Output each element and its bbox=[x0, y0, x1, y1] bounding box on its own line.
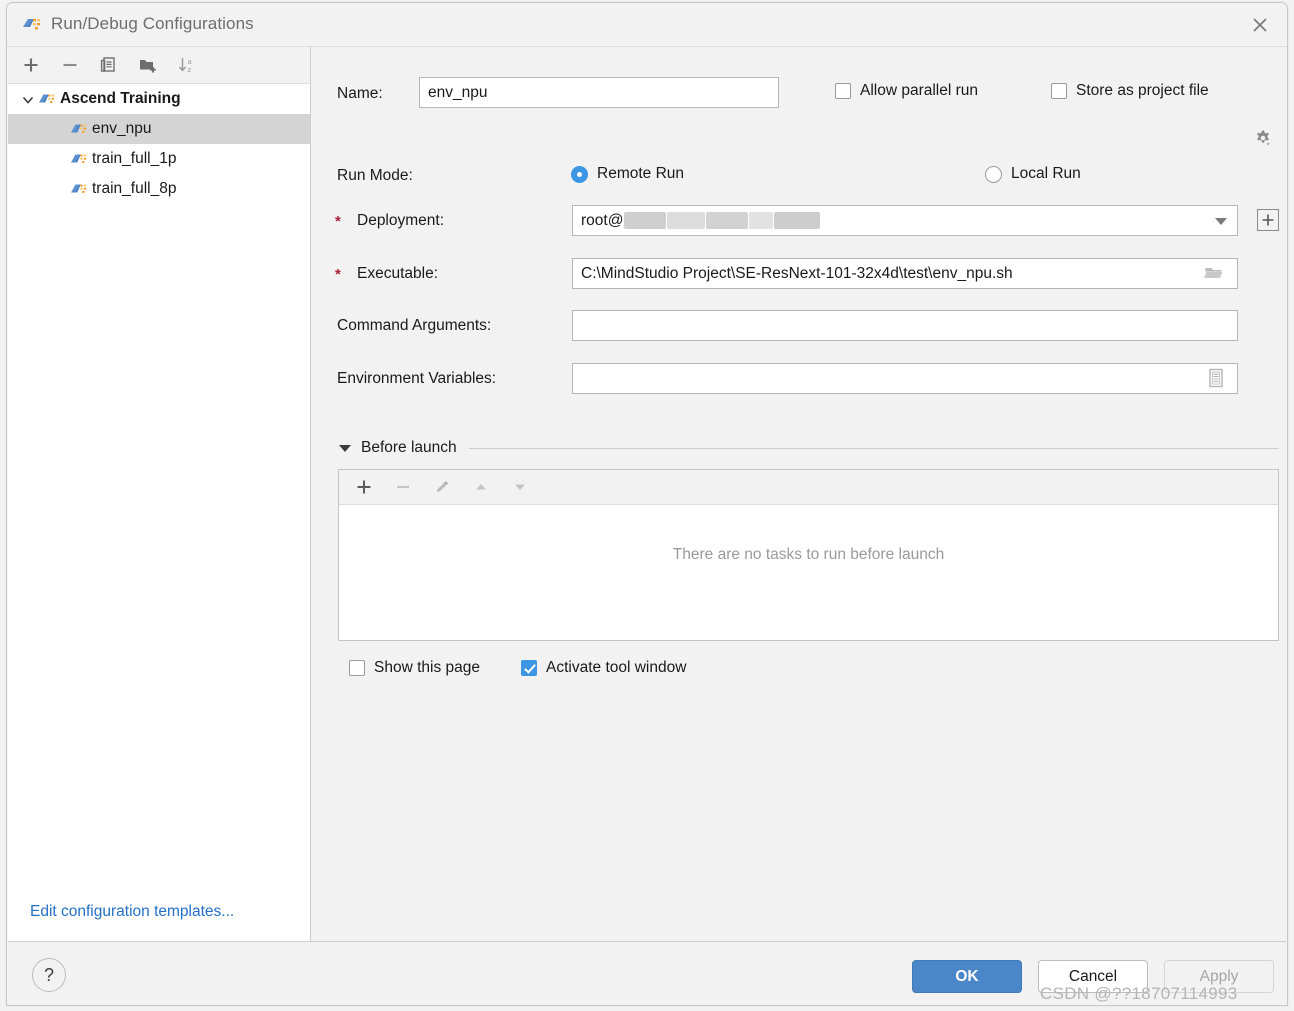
run-mode-remote-radio[interactable]: Remote Run bbox=[571, 165, 684, 183]
arrow-up-icon bbox=[466, 473, 496, 501]
before-launch-header: Before launch bbox=[339, 437, 1279, 459]
radio-circle bbox=[571, 165, 588, 183]
copy-icon[interactable] bbox=[94, 51, 124, 79]
deployment-label: Deployment: bbox=[357, 212, 445, 229]
deployment-required-star: * bbox=[335, 213, 341, 230]
sidebar-item-label: train_full_8p bbox=[92, 180, 177, 197]
show-this-page-checkbox[interactable]: Show this page bbox=[349, 659, 480, 677]
command-arguments-input[interactable] bbox=[572, 310, 1238, 341]
dialog-title: Run/Debug Configurations bbox=[51, 14, 254, 33]
section-divider bbox=[468, 447, 1279, 449]
chevron-down-icon[interactable] bbox=[20, 90, 38, 108]
sidebar-item-env-npu[interactable]: env_npu bbox=[8, 114, 310, 144]
executable-required-star: * bbox=[335, 266, 341, 283]
before-launch-toolbar bbox=[339, 470, 1278, 505]
before-launch-empty-text: There are no tasks to run before launch bbox=[672, 546, 945, 563]
run-mode-remote-label: Remote Run bbox=[597, 165, 685, 182]
chevron-down-icon[interactable] bbox=[339, 444, 351, 452]
configurations-sidebar: a z Ascend Training env_npu train_full_1… bbox=[8, 47, 311, 941]
checkbox-box bbox=[349, 660, 365, 676]
ascend-config-icon bbox=[21, 15, 41, 35]
checkbox-box bbox=[521, 660, 537, 676]
tree-group-label: Ascend Training bbox=[60, 90, 181, 107]
tree-group-ascend-training[interactable]: Ascend Training bbox=[8, 84, 310, 114]
environment-variables-label: Environment Variables: bbox=[337, 370, 497, 387]
list-editor-icon[interactable] bbox=[1207, 368, 1225, 392]
redacted-host bbox=[774, 212, 821, 230]
add-deployment-button[interactable] bbox=[1257, 209, 1279, 231]
command-arguments-label: Command Arguments: bbox=[337, 317, 492, 334]
configuration-form: Name: env_npu Allow parallel run Store a… bbox=[311, 47, 1286, 941]
ascend-config-icon bbox=[70, 121, 88, 137]
screenshot-root: Run/Debug Configurations a z Ascend Trai… bbox=[0, 0, 1294, 1011]
ok-button[interactable]: OK bbox=[912, 960, 1022, 993]
dialog-titlebar: Run/Debug Configurations bbox=[7, 3, 1287, 47]
sidebar-item-label: env_npu bbox=[92, 120, 152, 137]
redacted-host bbox=[667, 212, 706, 230]
executable-input[interactable]: C:\MindStudio Project\SE-ResNext-101-32x… bbox=[572, 258, 1238, 289]
gear-dropdown-icon[interactable] bbox=[1253, 129, 1273, 153]
run-mode-label: Run Mode: bbox=[337, 167, 413, 184]
add-configuration-button[interactable] bbox=[16, 51, 46, 79]
csdn-watermark: CSDN @??18707114993 bbox=[1040, 984, 1238, 1003]
environment-variables-input[interactable] bbox=[572, 363, 1238, 394]
run-debug-configurations-dialog: Run/Debug Configurations a z Ascend Trai… bbox=[6, 2, 1288, 1006]
name-input[interactable]: env_npu bbox=[419, 77, 779, 108]
sidebar-item-train-full-8p[interactable]: train_full_8p bbox=[8, 174, 310, 204]
store-as-project-file-label: Store as project file bbox=[1076, 82, 1209, 99]
remove-task-button bbox=[388, 473, 418, 501]
checkbox-box bbox=[835, 83, 851, 99]
name-label: Name: bbox=[337, 85, 383, 102]
radio-circle bbox=[985, 165, 1002, 183]
show-this-page-label: Show this page bbox=[374, 659, 480, 676]
svg-text:z: z bbox=[188, 65, 192, 74]
redacted-host bbox=[706, 212, 749, 230]
allow-parallel-run-label: Allow parallel run bbox=[860, 82, 979, 99]
remove-configuration-button[interactable] bbox=[55, 51, 85, 79]
sidebar-item-train-full-1p[interactable]: train_full_1p bbox=[8, 144, 310, 174]
close-icon[interactable] bbox=[1237, 3, 1283, 45]
chevron-down-icon[interactable] bbox=[1215, 218, 1227, 225]
sidebar-toolbar: a z bbox=[8, 47, 310, 84]
before-launch-task-list: There are no tasks to run before launch bbox=[338, 469, 1279, 641]
ascend-config-icon bbox=[70, 181, 88, 197]
store-as-project-file-checkbox[interactable]: Store as project file bbox=[1051, 82, 1209, 100]
arrow-down-icon bbox=[505, 473, 535, 501]
activate-tool-window-checkbox[interactable]: Activate tool window bbox=[521, 659, 686, 677]
sidebar-item-label: train_full_1p bbox=[92, 150, 177, 167]
redacted-host bbox=[749, 212, 774, 230]
ascend-config-icon bbox=[70, 151, 88, 167]
before-launch-title: Before launch bbox=[361, 439, 457, 456]
executable-label: Executable: bbox=[357, 265, 438, 282]
sort-az-icon[interactable]: a z bbox=[172, 51, 202, 79]
deployment-combobox[interactable]: root@ bbox=[572, 205, 1238, 236]
activate-tool-window-label: Activate tool window bbox=[546, 659, 687, 676]
run-mode-local-radio[interactable]: Local Run bbox=[985, 165, 1081, 183]
help-button[interactable]: ? bbox=[32, 958, 66, 992]
redacted-host bbox=[624, 212, 667, 230]
checkbox-box bbox=[1051, 83, 1067, 99]
ascend-config-icon bbox=[38, 91, 56, 107]
add-task-button[interactable] bbox=[349, 473, 379, 501]
folder-add-icon[interactable] bbox=[133, 51, 163, 79]
pencil-icon bbox=[427, 473, 457, 501]
run-mode-local-label: Local Run bbox=[1011, 165, 1081, 182]
edit-configuration-templates-link[interactable]: Edit configuration templates... bbox=[30, 903, 234, 921]
folder-browse-icon[interactable] bbox=[1204, 264, 1224, 286]
allow-parallel-run-checkbox[interactable]: Allow parallel run bbox=[835, 82, 978, 100]
configurations-tree: Ascend Training env_npu train_full_1p tr… bbox=[8, 84, 310, 889]
deployment-value: root@ bbox=[581, 206, 821, 235]
